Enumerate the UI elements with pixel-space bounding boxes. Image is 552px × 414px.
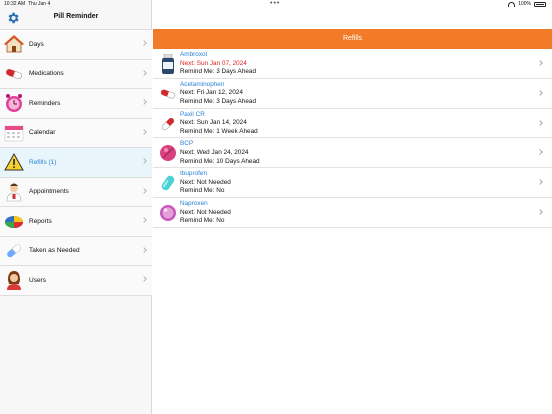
refill-next-date: Next: Wed Jan 24, 2024 xyxy=(180,148,249,156)
house-icon xyxy=(4,34,24,54)
refill-name: BCP xyxy=(180,140,194,148)
refill-name: Ambroxol xyxy=(180,51,207,58)
sidebar-item-label: Reports xyxy=(29,217,52,225)
refill-remind-setting: Remind Me: No xyxy=(180,187,225,195)
status-indicators: 100% xyxy=(508,0,546,9)
calendar-icon xyxy=(4,123,24,143)
status-date: Thu Jan 4 xyxy=(28,1,51,7)
refill-remind-setting: Remind Me: No xyxy=(180,217,225,225)
chevron-right-icon xyxy=(537,60,543,66)
sidebar-item-calendar[interactable]: Calendar xyxy=(0,118,152,148)
warning-icon xyxy=(4,152,24,172)
page-title: Refills xyxy=(153,29,552,49)
refill-remind-setting: Remind Me: 10 Days Ahead xyxy=(180,157,260,165)
alarm-clock-icon xyxy=(4,93,24,113)
sidebar-item-label: Users xyxy=(29,276,46,284)
status-bar: 10:32 AM Thu Jan 4 ••• 100% xyxy=(0,0,552,9)
sidebar-item-label: Taken as Needed xyxy=(29,247,80,255)
refill-next-date: Next: Not Needed xyxy=(180,178,231,186)
refills-list: Ambroxol Next: Sun Jan 07, 2024 Remind M… xyxy=(153,49,552,228)
refill-item-acetaminophen[interactable]: Acetaminophen Next: Fri Jan 12, 2024 Rem… xyxy=(153,79,552,109)
refill-next-date: Next: Not Needed xyxy=(180,208,231,216)
sidebar-header: Pill Reminder xyxy=(0,9,152,29)
chevron-right-icon xyxy=(141,128,147,135)
capsule-icon xyxy=(159,114,177,134)
refill-name: Paxil CR xyxy=(180,110,205,118)
doctor-icon xyxy=(4,182,24,202)
refill-remind-setting: Remind Me: 3 Days Ahead xyxy=(180,97,257,105)
user-icon xyxy=(4,270,24,291)
tablet-icon xyxy=(159,143,177,163)
chevron-right-icon xyxy=(141,158,147,164)
refill-next-date: Next: Sun Jan 14, 2024 xyxy=(180,119,247,127)
pie-chart-icon xyxy=(4,211,24,231)
app-title: Pill Reminder xyxy=(53,13,99,20)
chevron-right-icon xyxy=(141,99,147,105)
sidebar-menu: Days Medications Reminders Calendar Refi… xyxy=(0,29,152,296)
sidebar-item-days[interactable]: Days xyxy=(0,30,152,60)
battery-icon xyxy=(534,2,546,7)
chevron-right-icon xyxy=(141,40,147,46)
chevron-right-icon xyxy=(537,209,543,215)
refill-item-naproxen[interactable]: Naproxen Next: Not Needed Remind Me: No xyxy=(153,198,552,228)
status-time: 10:32 AM xyxy=(4,1,26,7)
oval-pill-icon xyxy=(159,173,177,193)
chevron-right-icon xyxy=(141,246,147,253)
chevron-right-icon xyxy=(537,89,543,96)
sidebar-item-label: Refills (1) xyxy=(29,158,57,166)
refill-next-date: Next: Fri Jan 12, 2024 xyxy=(180,89,243,97)
sidebar-item-taken-as-needed[interactable]: Taken as Needed xyxy=(0,236,152,266)
wifi-icon xyxy=(508,2,516,7)
refill-remind-setting: Remind Me: 1 Week Ahead xyxy=(180,127,258,135)
sidebar-item-label: Appointments xyxy=(29,188,69,196)
sidebar: Pill Reminder Days Medications Reminders xyxy=(0,0,152,414)
round-pill-icon xyxy=(159,203,177,223)
sidebar-item-reminders[interactable]: Reminders xyxy=(0,89,152,119)
pill-icon xyxy=(4,241,24,261)
refill-name: Ibuprofen xyxy=(180,170,208,178)
sidebar-item-users[interactable]: Users xyxy=(0,266,152,296)
sidebar-item-label: Medications xyxy=(29,70,64,78)
refill-next-date: Next: Sun Jan 07, 2024 xyxy=(180,59,247,67)
refill-item-ambroxol[interactable]: Ambroxol Next: Sun Jan 07, 2024 Remind M… xyxy=(153,49,552,79)
sidebar-item-medications[interactable]: Medications xyxy=(0,59,152,89)
capsule-icon xyxy=(4,64,24,84)
capsule-icon xyxy=(159,84,177,104)
chevron-right-icon xyxy=(141,187,147,194)
refill-name: Naproxen xyxy=(180,199,208,207)
sidebar-item-reports[interactable]: Reports xyxy=(0,207,152,237)
refill-item-paxil-cr[interactable]: Paxil CR Next: Sun Jan 14, 2024 Remind M… xyxy=(153,109,552,139)
refill-remind-setting: Remind Me: 3 Days Ahead xyxy=(180,68,257,76)
chevron-right-icon xyxy=(537,179,543,186)
battery-percent: 100% xyxy=(518,1,531,7)
chevron-right-icon xyxy=(537,149,543,156)
refill-name: Acetaminophen xyxy=(180,80,225,88)
refill-item-ibuprofen[interactable]: Ibuprofen Next: Not Needed Remind Me: No xyxy=(153,168,552,198)
multitasking-dots[interactable]: ••• xyxy=(270,0,280,8)
chevron-right-icon xyxy=(141,69,147,76)
sidebar-item-refills[interactable]: Refills (1) xyxy=(0,148,152,178)
chevron-right-icon xyxy=(141,276,147,282)
bottle-icon xyxy=(159,54,177,74)
sidebar-item-label: Reminders xyxy=(29,99,61,107)
chevron-right-icon xyxy=(537,119,543,126)
sidebar-item-label: Days xyxy=(29,40,44,48)
main-panel: Refills Ambroxol Next: Sun Jan 07, 2024 … xyxy=(153,0,552,414)
sidebar-item-appointments[interactable]: Appointments xyxy=(0,177,152,207)
chevron-right-icon xyxy=(141,217,147,223)
sidebar-item-label: Calendar xyxy=(29,129,56,137)
refill-item-bcp[interactable]: BCP Next: Wed Jan 24, 2024 Remind Me: 10… xyxy=(153,138,552,169)
